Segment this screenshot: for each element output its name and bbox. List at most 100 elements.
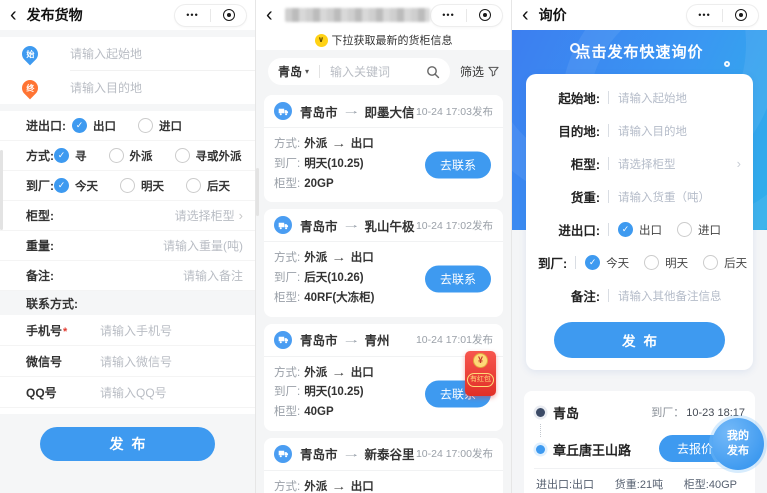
redacted-title: [285, 8, 430, 22]
list-header: ‹ •••: [256, 0, 511, 30]
mode-label: 方式:: [274, 364, 300, 384]
inquiry-submit-button[interactable]: 发布: [554, 322, 725, 358]
cargo-card[interactable]: 青岛市 → 青州 10-24 17:01发布 方式:外派→出口 到厂:明天(10…: [264, 324, 503, 431]
contact-button[interactable]: 去联系: [425, 152, 491, 179]
radio-day-after[interactable]: 后天: [703, 255, 747, 271]
destination-dot-icon: [536, 445, 545, 454]
origin-field[interactable]: 起始地: 请输入起始地: [538, 81, 741, 114]
my-publications-fab[interactable]: 我的 发布: [712, 418, 764, 470]
radio-export[interactable]: ✓出口: [618, 222, 662, 238]
origin-input-row[interactable]: 始 请输入起始地: [0, 37, 255, 70]
keyword-input[interactable]: 输入关键词: [330, 63, 426, 80]
more-dots-icon: •••: [442, 11, 454, 20]
weight-placeholder: 请输入重量(吨): [163, 237, 243, 254]
wechat-capsule: •••: [686, 4, 759, 27]
route-destination: 青州: [365, 330, 390, 349]
scrollbar[interactable]: [256, 168, 259, 216]
trade-value: 出口: [351, 135, 374, 155]
route-origin: 青岛市: [300, 330, 338, 349]
cargo-card[interactable]: 青岛市 → 乳山午极 10-24 17:02发布 方式:外派→出口 到厂:后天(…: [264, 209, 503, 316]
more-button[interactable]: •••: [687, 5, 722, 26]
close-home-button[interactable]: [467, 5, 502, 26]
more-button[interactable]: •••: [175, 5, 210, 26]
mode-label: 方式:: [274, 249, 300, 269]
weight-field[interactable]: 货重: 请输入货重（吨）: [538, 180, 741, 213]
radio-seek[interactable]: ✓寻: [54, 148, 87, 164]
publish-submit-button[interactable]: 发布: [40, 427, 215, 461]
radio-circle-icon: [109, 148, 124, 163]
cargo-card[interactable]: 青岛市 → 即墨大信 10-24 17:03发布 方式:外派→出口 到厂:明天(…: [264, 95, 503, 202]
arrow-icon: →: [331, 478, 346, 493]
panel-cargo-list: ‹ ••• ∨ 下拉获取最新的货柜信息 青岛 ▾ 输入关键词 筛选: [255, 0, 511, 493]
banner-title: 点击发布快速询价: [512, 41, 767, 62]
back-icon[interactable]: ‹: [8, 2, 19, 28]
cabinet-type-label: 柜型:: [26, 207, 72, 224]
inquiry-header: ‹ 询价 •••: [512, 0, 767, 30]
search-icon[interactable]: [426, 65, 440, 79]
radio-dispatch[interactable]: 外派: [109, 148, 153, 164]
red-packet-badge[interactable]: ¥ 有红包: [465, 351, 496, 396]
search-pill[interactable]: 青岛 ▾ 输入关键词: [268, 58, 450, 85]
result-cabinet: 柜型:40GP: [684, 476, 737, 492]
arrive-label: 到厂:: [274, 155, 300, 175]
mode-value: 外派: [304, 478, 327, 493]
cabinet-placeholder: 请选择柜型: [618, 156, 676, 172]
destination-input-row[interactable]: 终 请输入目的地: [0, 71, 255, 104]
radio-tomorrow[interactable]: 明天: [120, 178, 164, 194]
target-icon: [735, 9, 747, 21]
wechat-row[interactable]: 微信号 请输入微信号: [0, 346, 255, 377]
app-window: ‹ 发布货物 ••• 始 请输入起始地 终 请输入目的地 进出口: ✓出口 进口: [0, 0, 767, 493]
route-arrow-icon: →: [342, 334, 361, 346]
route-arrow-icon: →: [342, 219, 361, 231]
radio-circle-icon: [138, 118, 153, 133]
close-home-button[interactable]: [723, 5, 758, 26]
qq-label: QQ号: [26, 384, 86, 401]
cabinet-field[interactable]: 柜型: 请选择柜型 ›: [538, 147, 741, 180]
pull-down-icon: ∨: [315, 34, 328, 47]
cabinet-value: 40GP: [304, 403, 333, 423]
route-destination: 即墨大信: [365, 102, 415, 121]
weight-row[interactable]: 重量: 请输入重量(吨): [0, 231, 255, 261]
radio-today[interactable]: ✓今天: [585, 255, 629, 271]
pull-refresh-notice: ∨ 下拉获取最新的货柜信息: [256, 30, 511, 50]
truck-icon: [274, 102, 292, 120]
radio-tomorrow[interactable]: 明天: [644, 255, 688, 271]
field-divider: [608, 190, 609, 203]
radio-import[interactable]: 进口: [677, 222, 721, 238]
contact-button[interactable]: 去联系: [425, 266, 491, 293]
radio-import[interactable]: 进口: [138, 118, 182, 134]
destination-label: 目的地:: [538, 121, 600, 140]
radio-seek-or-dispatch[interactable]: 寻或外派: [175, 148, 242, 164]
radio-circle-icon: [677, 222, 692, 237]
mode-label: 方式:: [274, 135, 300, 155]
note-field[interactable]: 备注: 请输入其他备注信息: [538, 279, 741, 312]
note-row[interactable]: 备注: 请输入备注: [0, 261, 255, 291]
trade-direction-field: 进出口: ✓出口 进口: [538, 213, 741, 246]
close-home-button[interactable]: [211, 5, 246, 26]
field-divider: [608, 124, 609, 137]
radio-export[interactable]: ✓出口: [72, 118, 116, 134]
destination-field[interactable]: 目的地: 请输入目的地: [538, 114, 741, 147]
cabinet-type-row[interactable]: 柜型: 请选择柜型›: [0, 201, 255, 231]
radio-day-after[interactable]: 后天: [186, 178, 230, 194]
radio-today[interactable]: ✓今天: [54, 178, 98, 194]
publish-time: 10-24 17:00发布: [416, 446, 493, 461]
radio-circle-icon: [120, 178, 135, 193]
phone-row[interactable]: 手机号* 请输入手机号: [0, 315, 255, 346]
more-button[interactable]: •••: [431, 5, 466, 26]
arrive-day-row: 到厂: ✓今天 明天 后天: [0, 171, 255, 201]
arrow-icon: →: [331, 249, 346, 269]
qq-row[interactable]: QQ号 请输入QQ号: [0, 377, 255, 408]
city-selector[interactable]: 青岛: [278, 63, 302, 80]
coin-icon: ¥: [473, 353, 488, 368]
scrollbar[interactable]: [0, 150, 3, 230]
cargo-card[interactable]: 青岛市 → 新泰谷里 10-24 17:00发布 方式:外派→出口 到厂:明天(…: [264, 438, 503, 493]
filter-button[interactable]: 筛选: [460, 63, 499, 80]
decorative-circle-icon: [724, 61, 730, 67]
result-origin-row: 青岛 到厂：10-23 18:17: [534, 400, 745, 424]
back-icon[interactable]: ‹: [520, 2, 531, 28]
target-icon: [223, 9, 235, 21]
trade-direction-label: 进出口:: [26, 117, 72, 134]
back-icon[interactable]: ‹: [264, 2, 275, 28]
cabinet-label: 柜型:: [538, 154, 600, 173]
